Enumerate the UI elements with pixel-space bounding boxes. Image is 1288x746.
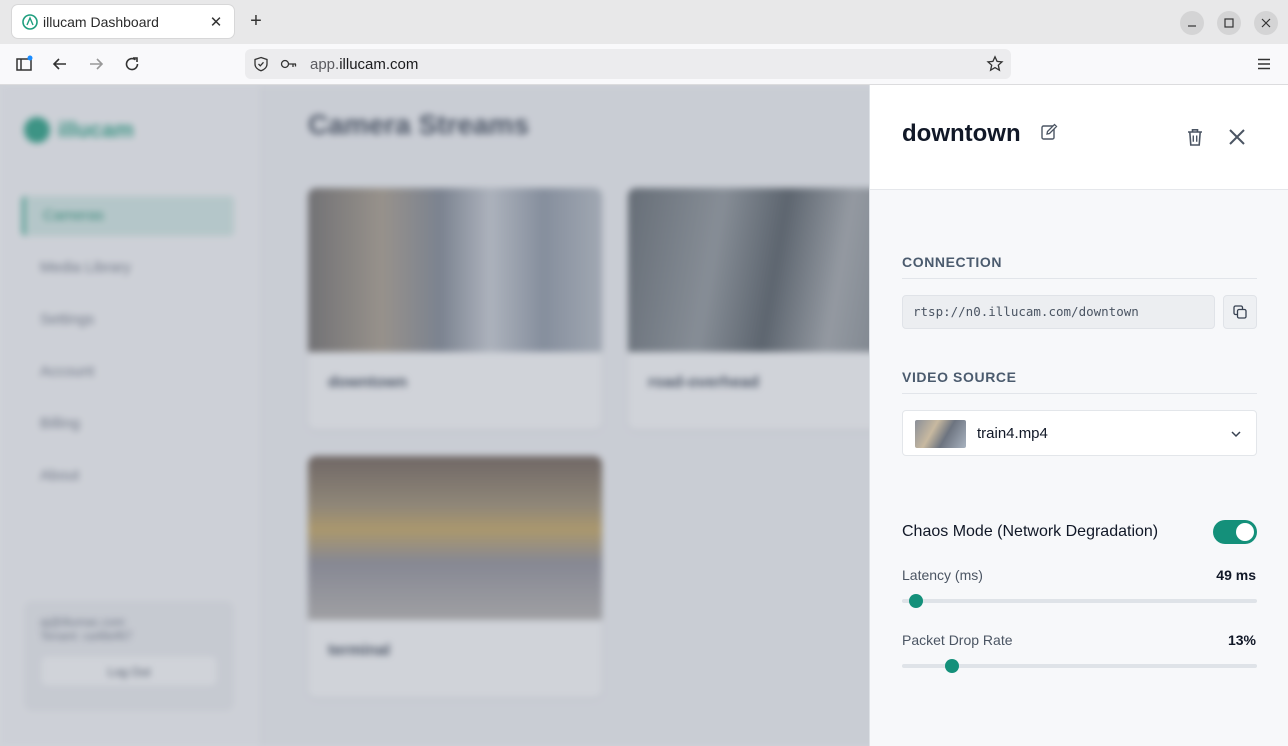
menu-icon[interactable] bbox=[1254, 54, 1274, 74]
back-icon[interactable] bbox=[50, 54, 70, 74]
app-viewport: illucam Cameras Media Library Settings A… bbox=[0, 85, 1288, 746]
sidebar-toggle-icon[interactable] bbox=[14, 54, 34, 74]
latency-slider[interactable] bbox=[902, 594, 1257, 608]
divider bbox=[902, 278, 1257, 279]
connection-label: CONNECTION bbox=[902, 254, 1003, 270]
divider bbox=[902, 393, 1257, 394]
packet-drop-label: Packet Drop Rate bbox=[902, 632, 1013, 648]
video-thumbnail bbox=[915, 420, 966, 448]
window-close-icon[interactable] bbox=[1254, 11, 1278, 35]
chaos-mode-toggle[interactable] bbox=[1213, 520, 1257, 544]
new-tab-icon[interactable]: + bbox=[244, 9, 268, 33]
latency-slider-thumb[interactable] bbox=[909, 594, 924, 608]
packet-drop-value: 13% bbox=[1227, 632, 1256, 648]
latency-label: Latency (ms) bbox=[902, 567, 983, 583]
close-icon[interactable] bbox=[1226, 126, 1248, 148]
maximize-icon[interactable] bbox=[1217, 11, 1241, 35]
shield-icon[interactable] bbox=[253, 56, 269, 72]
copy-url-button[interactable] bbox=[1223, 295, 1257, 329]
key-icon[interactable] bbox=[280, 57, 298, 71]
rtsp-url-field[interactable]: rtsp://n0.illucam.com/downtown bbox=[902, 295, 1215, 329]
drawer-header: downtown bbox=[870, 85, 1288, 190]
reload-icon[interactable] bbox=[122, 54, 142, 74]
packet-drop-slider-thumb[interactable] bbox=[944, 659, 959, 673]
video-file-name: train4.mp4 bbox=[977, 425, 1048, 442]
edit-icon[interactable] bbox=[1040, 123, 1058, 141]
tab-title: illucam Dashboard bbox=[43, 13, 159, 30]
illucam-favicon-icon bbox=[22, 13, 38, 30]
bookmark-star-icon[interactable] bbox=[986, 55, 1004, 73]
toggle-knob bbox=[1236, 523, 1254, 541]
drawer-title: downtown bbox=[902, 120, 1021, 147]
latency-value: 49 ms bbox=[1216, 567, 1256, 583]
tab-close-icon[interactable]: ✕ bbox=[208, 13, 224, 31]
browser-tab-bar: illucam Dashboard ✕ + bbox=[0, 0, 1288, 44]
copy-icon bbox=[1233, 305, 1247, 319]
camera-detail-drawer: downtown CONNECTION rtsp://n0.illucam.co… bbox=[869, 85, 1288, 746]
address-bar[interactable]: app.illucam.com bbox=[245, 49, 1011, 79]
minimize-icon[interactable] bbox=[1180, 11, 1204, 35]
browser-tab[interactable]: illucam Dashboard ✕ bbox=[12, 5, 234, 38]
packet-drop-slider[interactable] bbox=[902, 659, 1257, 673]
trash-icon[interactable] bbox=[1184, 126, 1206, 148]
chaos-mode-label: Chaos Mode (Network Degradation) bbox=[902, 523, 1159, 540]
browser-nav-bar: app.illucam.com bbox=[0, 44, 1288, 85]
forward-icon[interactable] bbox=[86, 54, 106, 74]
video-source-select[interactable]: train4.mp4 bbox=[902, 410, 1257, 456]
chevron-down-icon bbox=[1231, 431, 1241, 438]
url-text[interactable]: app.illucam.com bbox=[310, 56, 418, 73]
video-source-label: VIDEO SOURCE bbox=[902, 369, 1017, 385]
